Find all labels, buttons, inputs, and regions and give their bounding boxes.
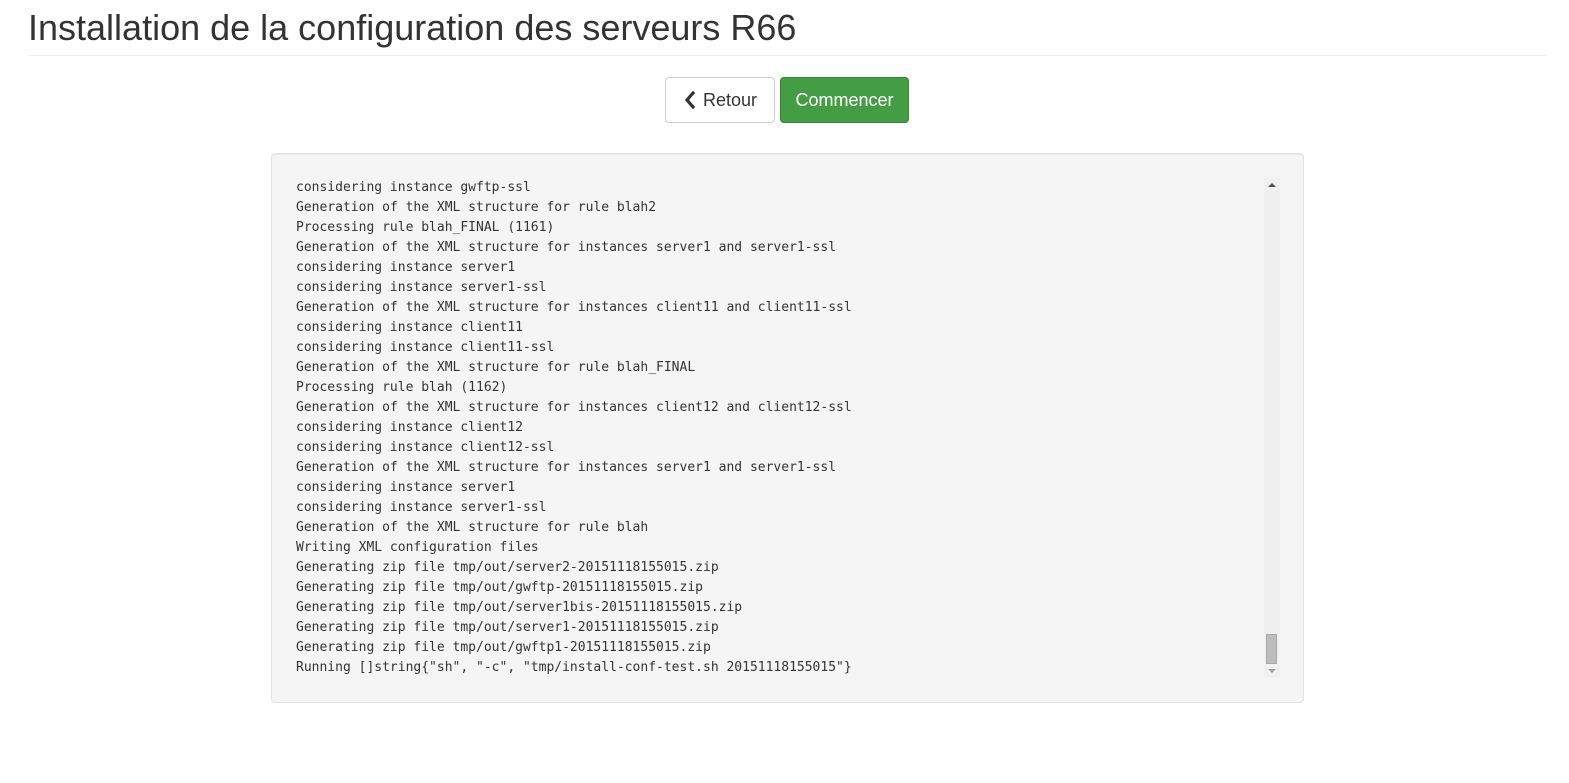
log-line: considering instance client11 [296, 320, 523, 335]
start-button[interactable]: Commencer [780, 77, 909, 123]
log-line: Generation of the XML structure for inst… [296, 300, 852, 315]
back-button-label: Retour [702, 90, 758, 110]
scroll-up-arrow-icon[interactable] [1264, 178, 1280, 192]
log-line: considering instance client12-ssl [296, 440, 555, 455]
log-line: considering instance gwftp-ssl [296, 180, 531, 195]
log-line: Generation of the XML structure for inst… [296, 460, 837, 475]
start-button-label: Commencer [795, 90, 894, 110]
page-title: Installation de la configuration des ser… [28, 7, 797, 48]
log-line: Processing rule blah (1162) [296, 380, 508, 395]
log-panel: considering instance gwftp-ssl Generation… [271, 153, 1304, 703]
action-toolbar: Retour Commencer [665, 77, 909, 123]
log-line: Generation of the XML structure for rule… [296, 520, 649, 535]
log-line: Writing XML configuration files [296, 540, 539, 555]
log-line: Generating zip file tmp/out/server1bis-2… [296, 600, 743, 615]
scroll-down-arrow-icon[interactable] [1264, 664, 1280, 678]
log-line: Generating zip file tmp/out/gwftp1-20151… [296, 640, 711, 655]
chevron-left-icon [683, 91, 697, 109]
log-line: Running []string{"sh", "-c", "tmp/instal… [296, 660, 852, 675]
log-line: Generation of the XML structure for rule… [296, 200, 657, 215]
log-scrollbar[interactable] [1264, 178, 1280, 678]
log-line: considering instance server1-ssl [296, 280, 547, 295]
page-header: Installation de la configuration des ser… [28, 0, 1546, 56]
log-line: considering instance server1-ssl [296, 500, 547, 515]
scroll-thumb[interactable] [1266, 634, 1277, 664]
log-line: Generation of the XML structure for inst… [296, 400, 852, 415]
log-line: considering instance client12 [296, 420, 523, 435]
log-line: Generating zip file tmp/out/gwftp-201511… [296, 580, 703, 595]
log-line: Generating zip file tmp/out/server1-2015… [296, 620, 719, 635]
log-line: Generation of the XML structure for rule… [296, 360, 696, 375]
log-line: considering instance client11-ssl [296, 340, 555, 355]
log-output[interactable]: considering instance gwftp-ssl Generation… [296, 178, 1256, 678]
log-line: considering instance server1 [296, 480, 516, 495]
log-line: considering instance server1 [296, 260, 516, 275]
log-line: Generating zip file tmp/out/server2-2015… [296, 560, 719, 575]
back-button[interactable]: Retour [665, 77, 775, 123]
log-line: Processing rule blah_FINAL (1161) [296, 220, 555, 235]
log-line: Generation of the XML structure for inst… [296, 240, 837, 255]
